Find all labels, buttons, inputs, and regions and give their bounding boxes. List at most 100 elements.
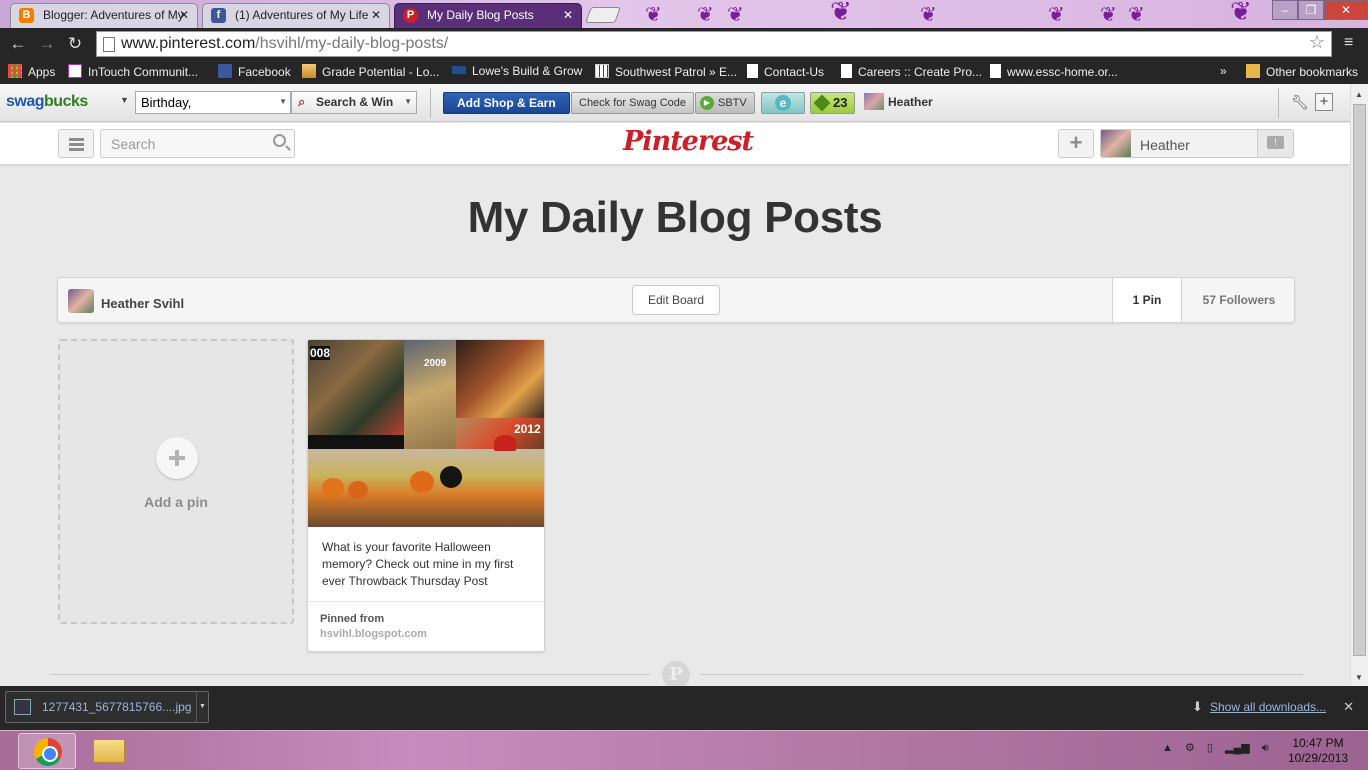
pinterest-icon: P	[403, 8, 418, 23]
bookmark-grade-potential[interactable]: Grade Potential - Lo...	[302, 64, 439, 79]
divider	[50, 674, 650, 675]
add-shop-earn-button[interactable]: Add Shop & Earn	[443, 92, 570, 114]
chevron-down-icon[interactable]: ▼	[196, 692, 208, 722]
scroll-up-icon[interactable]: ▲	[1355, 90, 1363, 99]
page-scrollbar[interactable]: ▲ ▼	[1350, 84, 1368, 686]
clock[interactable]: 10:47 PM 10/29/2013	[1288, 736, 1348, 766]
bookmark-label: www.essc-home.or...	[1007, 65, 1118, 79]
chevron-down-icon[interactable]: ▼	[120, 95, 129, 105]
bookmark-facebook[interactable]: Facebook	[218, 64, 291, 79]
bookmark-apps[interactable]: Apps	[8, 64, 55, 79]
chrome-menu-icon[interactable]: ≡	[1344, 34, 1360, 52]
bookmark-careers[interactable]: Careers :: Create Pro...	[841, 64, 982, 79]
close-icon[interactable]: ✕	[563, 4, 573, 27]
close-icon[interactable]: ✕	[1343, 699, 1354, 715]
plus-icon[interactable]: +	[1315, 93, 1333, 111]
add-pin-button[interactable]: +	[1058, 129, 1094, 158]
plus-icon	[156, 437, 198, 479]
pin-image[interactable]: 008 2009 2012	[308, 340, 544, 527]
bookmarks-overflow-button[interactable]: »	[1220, 64, 1227, 78]
scroll-down-icon[interactable]: ▼	[1355, 673, 1363, 682]
chevron-down-icon[interactable]: ▼	[279, 97, 287, 106]
new-tab-button[interactable]	[585, 7, 621, 23]
close-icon[interactable]: ✕	[179, 4, 189, 27]
bookmark-star-icon[interactable]: ☆	[1309, 32, 1325, 53]
address-bar[interactable]: www.pinterest.com/hsvihl/my-daily-blog-p…	[96, 31, 1332, 57]
tab-pinterest[interactable]: P My Daily Blog Posts ✕	[394, 3, 582, 28]
swagbucks-count-badge[interactable]: 23	[810, 92, 856, 114]
user-profile-button[interactable]: Heather !	[1100, 129, 1294, 158]
add-pin-card[interactable]: Add a pin	[58, 339, 294, 624]
notification-speech-icon: !	[1267, 136, 1284, 149]
bookmark-contact-us[interactable]: Contact-Us	[747, 64, 824, 79]
sbtv-button[interactable]: ▶ SBTV	[695, 92, 755, 114]
pin-source-link[interactable]: hsvihl.blogspot.com	[320, 628, 427, 640]
play-icon: ▶	[700, 96, 714, 110]
lowes-icon	[452, 66, 466, 74]
signal-icon[interactable]: ▂▄▆	[1225, 742, 1250, 754]
show-all-downloads-link[interactable]: ⬇ Show all downloads...	[1192, 699, 1326, 714]
butterfly-decoration-icon: ❦	[697, 4, 714, 26]
bookmark-essc[interactable]: www.essc-home.or...	[990, 64, 1118, 79]
bookmark-intouch[interactable]: InTouch Communit...	[68, 64, 198, 79]
apps-grid-icon	[8, 64, 22, 78]
file-explorer-icon[interactable]	[93, 739, 125, 763]
notifications-button[interactable]: !	[1257, 130, 1293, 157]
pinterest-search-input[interactable]: Search	[100, 129, 295, 158]
other-bookmarks[interactable]: Other bookmarks	[1246, 64, 1358, 79]
swag-user-name: Heather	[888, 95, 933, 109]
wrench-icon[interactable]: 🔧︎	[1291, 94, 1309, 111]
hamburger-icon	[69, 143, 84, 146]
bookmark-lowes[interactable]: Lowe's Build & Grow	[452, 64, 582, 78]
grid-page-icon	[595, 64, 609, 78]
pumpkin-shape	[322, 478, 344, 498]
avatar[interactable]	[68, 289, 94, 313]
restore-button[interactable]: ❐	[1298, 0, 1324, 20]
year-label: 008	[310, 346, 331, 360]
search-and-win-button[interactable]: ⌕ Search & Win ▼	[291, 91, 417, 114]
e-button[interactable]: e	[761, 92, 805, 114]
avatar	[1101, 130, 1131, 157]
device-icon[interactable]: ▯	[1207, 742, 1213, 754]
butterfly-decoration-icon: ❦	[645, 4, 662, 26]
chevron-down-icon[interactable]: ▼	[404, 97, 412, 106]
tab-blogger[interactable]: B Blogger: Adventures of My ✕	[10, 3, 198, 28]
forward-button[interactable]: →	[36, 33, 58, 55]
minimize-button[interactable]: –	[1272, 0, 1298, 20]
edit-board-button[interactable]: Edit Board	[632, 285, 720, 315]
search-icon[interactable]	[273, 134, 286, 147]
tab-facebook[interactable]: f (1) Adventures of My Life ✕	[202, 3, 390, 28]
board-title: My Daily Blog Posts	[467, 193, 883, 242]
board-owner-link[interactable]: Heather Svihl	[101, 296, 184, 311]
divider	[308, 601, 544, 602]
download-item[interactable]: 1277431_5677815766....jpg ▼	[5, 691, 209, 723]
pin-count-tab[interactable]: 1 Pin	[1112, 277, 1182, 323]
volume-icon[interactable]: 🔊︎	[1262, 742, 1269, 754]
divider	[430, 88, 431, 118]
close-icon[interactable]: ✕	[371, 4, 381, 27]
page-icon	[841, 64, 852, 78]
back-button[interactable]: ←	[7, 33, 29, 55]
pin-card[interactable]: 008 2009 2012 What is your favorite Hall…	[307, 339, 545, 652]
check-swag-code-button[interactable]: Check for Swag Code	[571, 92, 694, 114]
reload-button[interactable]: ↻	[64, 33, 86, 55]
swag-user-menu[interactable]: Heather	[864, 93, 933, 110]
bookmark-southwest-patrol[interactable]: Southwest Patrol » E...	[595, 64, 737, 79]
swag-toolbar-tools: 🔧︎ +	[1278, 88, 1346, 118]
window-close-button[interactable]: ✕	[1324, 0, 1368, 20]
swagbucks-logo[interactable]: swagbucks	[6, 93, 88, 111]
chrome-taskbar-button[interactable]	[18, 733, 76, 769]
menu-button[interactable]	[58, 129, 94, 158]
user-name: Heather	[1140, 137, 1190, 153]
tab-title: My Daily Blog Posts	[427, 8, 534, 22]
download-shelf: 1277431_5677815766....jpg ▼ ⬇ Show all d…	[0, 686, 1368, 730]
scrollbar-thumb[interactable]	[1353, 104, 1366, 656]
bookmark-label: Southwest Patrol » E...	[615, 65, 738, 79]
url-text[interactable]: www.pinterest.com/hsvihl/my-daily-blog-p…	[121, 35, 448, 53]
tray-app-icon[interactable]: ⚙	[1185, 742, 1195, 754]
swag-search-input[interactable]: Birthday, ▼	[135, 91, 291, 114]
facebook-icon: f	[211, 8, 226, 23]
followers-tab[interactable]: 57 Followers	[1182, 278, 1296, 322]
pinterest-logo[interactable]: Pinterest	[623, 126, 754, 157]
tray-expand-icon[interactable]: ▲	[1162, 742, 1173, 754]
